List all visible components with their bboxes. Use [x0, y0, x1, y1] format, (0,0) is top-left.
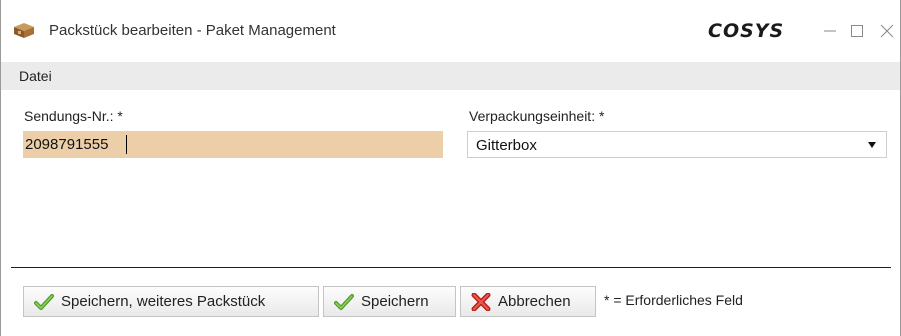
maximize-icon [851, 25, 863, 37]
green-check-icon [334, 293, 354, 310]
footer-divider [11, 267, 891, 268]
close-button[interactable] [874, 18, 900, 44]
title-bar[interactable]: Packstück bearbeiten - Paket Management … [1, 0, 900, 62]
window-title: Packstück bearbeiten - Paket Management [49, 22, 336, 39]
brand-logo: COSYS [708, 20, 785, 42]
cancel-button[interactable]: Abbrechen [460, 286, 596, 317]
cancel-label: Abbrechen [498, 293, 571, 310]
shipment-number-input[interactable] [23, 131, 443, 158]
packaging-unit-value: Gitterbox [476, 137, 537, 154]
minimize-button[interactable] [817, 18, 843, 44]
red-x-icon [471, 292, 491, 311]
package-icon [13, 22, 35, 38]
minimize-icon [824, 30, 836, 32]
save-button[interactable]: Speichern [323, 286, 456, 317]
menu-item-file[interactable]: Datei [19, 68, 52, 84]
save-label: Speichern [361, 293, 429, 310]
close-icon [880, 24, 894, 38]
maximize-button[interactable] [844, 18, 870, 44]
required-field-note: * = Erforderliches Feld [604, 292, 743, 308]
shipment-number-label: Sendungs-Nr.: * [24, 108, 123, 124]
packaging-unit-select[interactable]: Gitterbox [467, 131, 887, 158]
packaging-unit-label: Verpackungseinheit: * [469, 108, 605, 124]
menu-bar: Datei [1, 62, 900, 90]
save-and-next-label: Speichern, weiteres Packstück [61, 293, 266, 310]
text-caret [126, 135, 127, 154]
dialog-window: Packstück bearbeiten - Paket Management … [0, 0, 901, 336]
dropdown-arrow-icon[interactable] [868, 142, 876, 148]
save-and-next-button[interactable]: Speichern, weiteres Packstück [23, 286, 319, 317]
green-check-icon [34, 293, 54, 310]
